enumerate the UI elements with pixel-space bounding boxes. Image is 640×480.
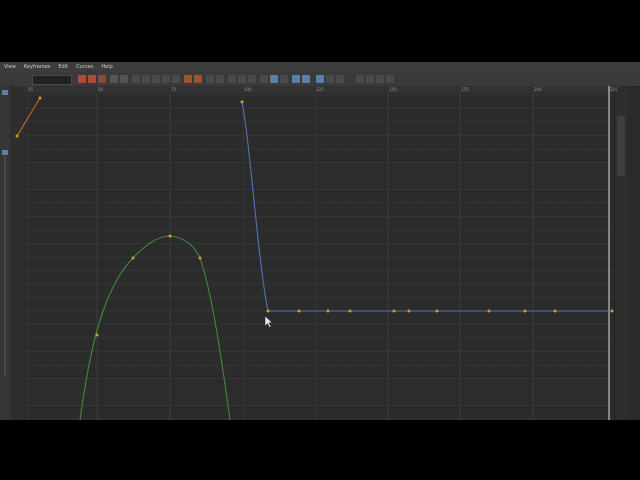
keyframe-point — [610, 309, 614, 313]
arrow-cursor-icon — [264, 315, 273, 328]
keyframe-point — [435, 309, 439, 313]
frame-tick-label: 175 — [461, 87, 469, 92]
frame-tick-label: 150 — [389, 87, 397, 92]
keyframe-point — [553, 309, 557, 313]
keyframe-point — [240, 100, 244, 104]
graph-canvas[interactable]: 25 50 75 100 125 150 175 200 225 — [0, 62, 640, 420]
graph-editor-window: View Keyframes Edit Curves Help 25 50 75… — [0, 62, 640, 420]
keyframe-point — [523, 309, 527, 313]
frame-tick-label: 25 — [28, 87, 34, 92]
keyframe-point — [131, 256, 135, 260]
keyframe-point — [198, 256, 202, 260]
frame-tick-labels: 25 50 75 100 125 150 175 200 225 — [28, 87, 618, 92]
frame-tick-label: 75 — [171, 87, 177, 92]
keyframe-point — [15, 134, 19, 138]
keyframe-point — [326, 309, 330, 313]
keyframe-point — [487, 309, 491, 313]
keyframe-point — [266, 309, 270, 313]
frame-tick-label: 200 — [534, 87, 542, 92]
keyframe-point — [168, 234, 172, 238]
keyframe-point — [392, 309, 396, 313]
keyframe-point — [95, 333, 99, 337]
keyframe-point — [297, 309, 301, 313]
frame-tick-label: 125 — [316, 87, 324, 92]
keyframe-point — [407, 309, 411, 313]
scale-curve — [16, 97, 41, 137]
translate-curve — [241, 101, 612, 312]
graph-grid — [24, 86, 614, 420]
keyframe-point — [348, 309, 352, 313]
keyframe-point — [38, 96, 42, 100]
frame-tick-label: 50 — [98, 87, 104, 92]
frame-tick-label: 100 — [244, 87, 252, 92]
frame-tick-label: 225 — [610, 87, 618, 92]
